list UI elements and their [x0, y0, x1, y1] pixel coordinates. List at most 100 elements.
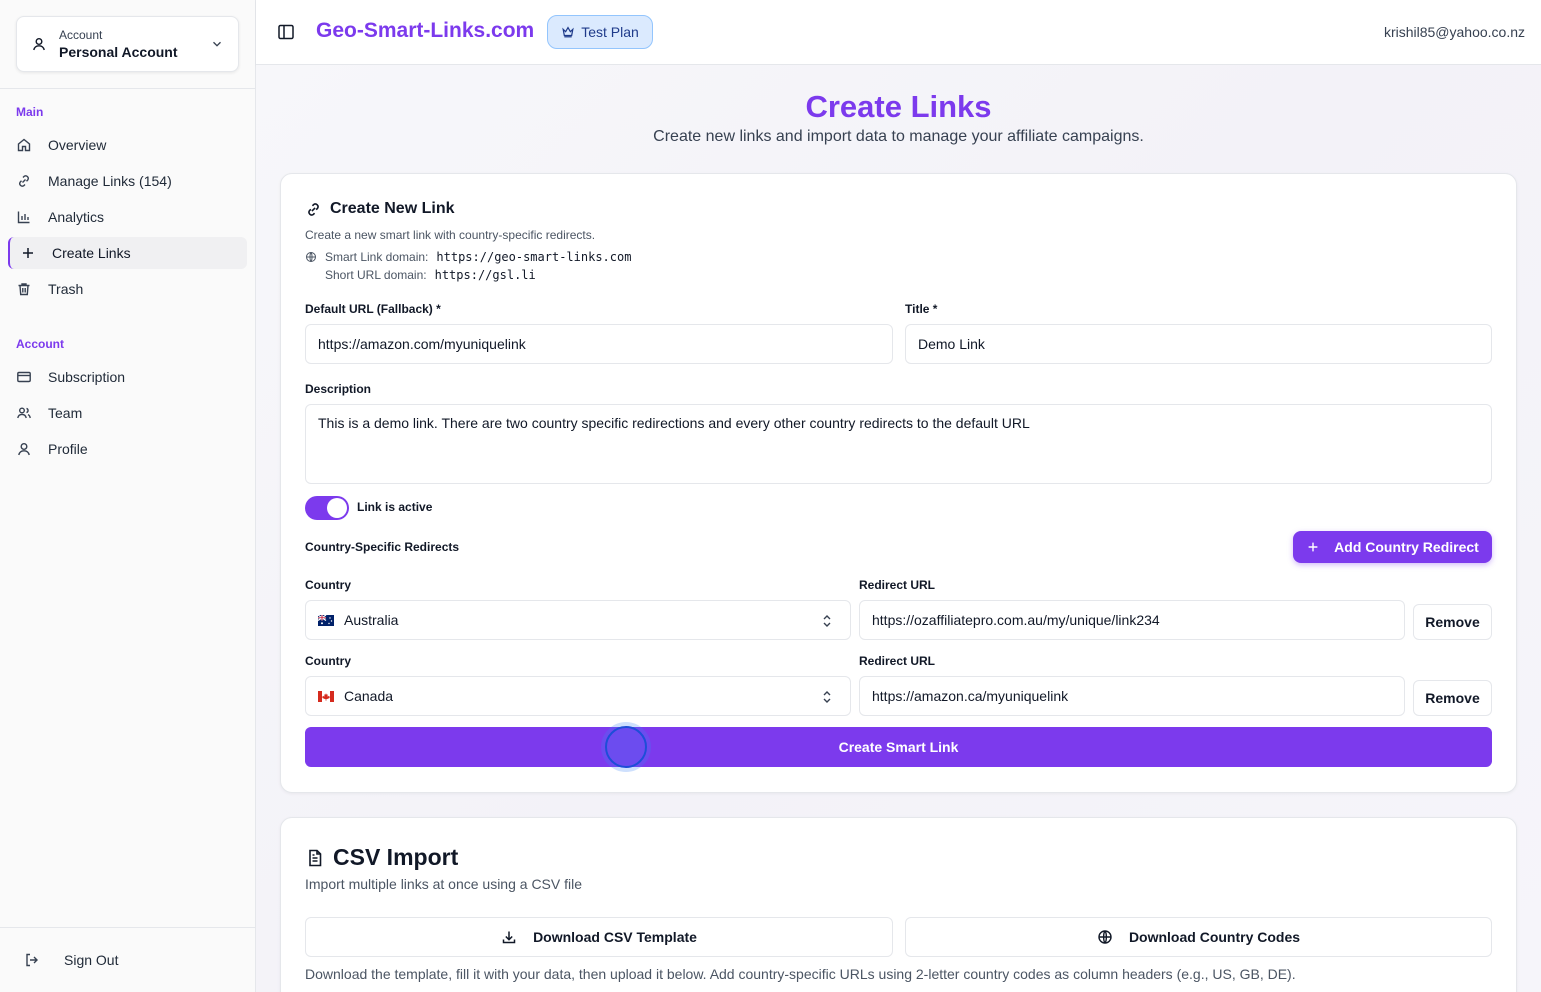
user-icon [18, 443, 30, 456]
download-country-codes-label: Download Country Codes [1128, 929, 1301, 945]
sidebar-item-team[interactable]: Team [8, 397, 247, 429]
link-icon [308, 202, 319, 216]
default-url-input[interactable]: https://amazon.com/myuniquelink [305, 324, 893, 364]
bar-chart-icon [17, 211, 30, 224]
plan-badge[interactable]: Test Plan [547, 15, 653, 49]
country-select-value: Australia [344, 612, 399, 628]
redirect-url-input-canada[interactable]: https://amazon.ca/myuniquelink [859, 676, 1405, 716]
home-icon [17, 138, 31, 152]
remove-redirect-button[interactable]: Remove [1413, 680, 1492, 716]
sidebar-item-label: Subscription [48, 369, 126, 385]
country-label: Country [305, 578, 351, 592]
short-url-domain-value: https://gsl.li [434, 268, 536, 282]
csv-import-description: Import multiple links at once using a CS… [305, 876, 583, 892]
click-indicator [605, 726, 647, 768]
create-link-card: Create New Link Create a new smart link … [280, 173, 1517, 793]
sidebar-item-subscription[interactable]: Subscription [8, 361, 247, 393]
smart-link-domain-label: Smart Link domain: [325, 250, 429, 264]
globe-icon [1098, 930, 1112, 944]
toggle-knob [327, 498, 347, 518]
link-icon [19, 175, 29, 187]
page-subtitle: Create new links and import data to mana… [653, 128, 1144, 145]
default-url-label: Default URL (Fallback) * [305, 302, 441, 316]
download-csv-template-label: Download CSV Template [533, 929, 697, 945]
plan-badge-label: Test Plan [581, 24, 639, 40]
sidebar-item-label: Trash [48, 281, 84, 297]
link-active-label: Link is active [357, 500, 433, 514]
sidebar-item-analytics[interactable]: Analytics [8, 201, 247, 233]
add-country-redirect-label: Add Country Redirect [1334, 539, 1479, 555]
csv-import-card: CSV Import Import multiple links at once… [280, 817, 1517, 992]
sidebar-item-label: Overview [48, 137, 107, 153]
redirect-url-input-australia[interactable]: https://ozaffiliatepro.com.au/my/unique/… [859, 600, 1405, 640]
sidebar-item-create-links[interactable]: Create Links [8, 237, 247, 269]
account-switcher[interactable]: Account Personal Account [16, 16, 239, 72]
title-label: Title * [905, 302, 938, 316]
sign-out-label: Sign Out [64, 952, 119, 968]
top-header: Geo-Smart-Links.com Test Plan krishil85@… [256, 0, 1541, 65]
sign-out-button[interactable]: Sign Out [16, 944, 118, 976]
canada-flag-icon [318, 690, 334, 702]
smart-link-domain-value: https://geo-smart-links.com [436, 250, 632, 264]
file-text-icon [309, 849, 322, 866]
users-icon [17, 407, 31, 419]
country-label: Country [305, 654, 351, 668]
account-switcher-name: Personal Account [59, 44, 178, 60]
sidebar-toggle-icon[interactable] [276, 22, 296, 42]
globe-icon [306, 252, 316, 262]
create-link-heading: Create New Link [305, 200, 454, 218]
redirect-url-label: Redirect URL [859, 654, 936, 668]
add-country-redirect-button[interactable]: Add Country Redirect [1293, 531, 1492, 563]
sidebar-item-label: Create Links [52, 245, 131, 261]
link-active-toggle[interactable] [305, 496, 349, 520]
csv-import-title: CSV Import [333, 844, 459, 870]
create-smart-link-button[interactable]: Create Smart Link [305, 727, 1492, 767]
create-link-description: Create a new smart link with country-spe… [305, 228, 596, 242]
download-icon [502, 931, 516, 944]
chevrons-up-down-icon [823, 615, 831, 627]
sidebar-section-account: Account [16, 337, 64, 351]
sidebar-item-label: Analytics [48, 209, 105, 225]
main-content: Create Links Create new links and import… [256, 65, 1541, 992]
chevrons-up-down-icon [823, 691, 831, 703]
sidebar: Account Personal Account Main Overview M… [0, 0, 256, 992]
sidebar-bottom-divider [0, 927, 255, 928]
smart-link-domain-row: Smart Link domain: https://geo-smart-lin… [305, 250, 631, 264]
trash-icon [18, 283, 30, 296]
crown-icon [562, 26, 574, 38]
sidebar-item-label: Team [48, 405, 83, 421]
user-email: krishil85@yahoo.co.nz [1383, 24, 1525, 40]
country-select-canada[interactable]: Canada [305, 676, 851, 716]
description-label: Description [305, 382, 372, 396]
account-switcher-label: Account [59, 28, 103, 42]
sidebar-divider [0, 88, 255, 89]
country-redirects-label: Country-Specific Redirects [305, 540, 460, 554]
sidebar-item-profile[interactable]: Profile [8, 433, 247, 465]
download-csv-template-button[interactable]: Download CSV Template [305, 917, 893, 957]
short-url-domain-label: Short URL domain: [325, 268, 427, 282]
redirect-url-label: Redirect URL [859, 578, 936, 592]
plus-icon [23, 248, 33, 258]
remove-redirect-button[interactable]: Remove [1413, 604, 1492, 640]
chevron-down-icon [213, 41, 221, 47]
download-country-codes-button[interactable]: Download Country Codes [905, 917, 1492, 957]
sidebar-item-label: Manage Links (154) [48, 173, 172, 189]
sidebar-section-main: Main [16, 105, 44, 119]
sidebar-item-overview[interactable]: Overview [8, 129, 247, 161]
create-link-title: Create New Link [330, 200, 455, 217]
user-icon [33, 38, 45, 51]
title-input[interactable]: Demo Link [905, 324, 1492, 364]
page-title: Create Links [805, 89, 992, 124]
logout-icon [26, 953, 38, 967]
credit-card-icon [17, 371, 31, 383]
sidebar-item-manage-links[interactable]: Manage Links (154) [8, 165, 247, 197]
description-textarea[interactable]: This is a demo link. There are two count… [305, 404, 1492, 484]
csv-import-heading: CSV Import [305, 844, 458, 871]
sidebar-item-label: Profile [48, 441, 88, 457]
csv-import-note: Download the template, fill it with your… [305, 966, 1296, 982]
country-select-value: Canada [344, 688, 394, 704]
country-select-australia[interactable]: Australia [305, 600, 851, 640]
sidebar-item-trash[interactable]: Trash [8, 273, 247, 305]
brand-title[interactable]: Geo-Smart-Links.com [316, 19, 534, 43]
short-url-domain-row: Short URL domain: https://gsl.li [325, 268, 536, 282]
